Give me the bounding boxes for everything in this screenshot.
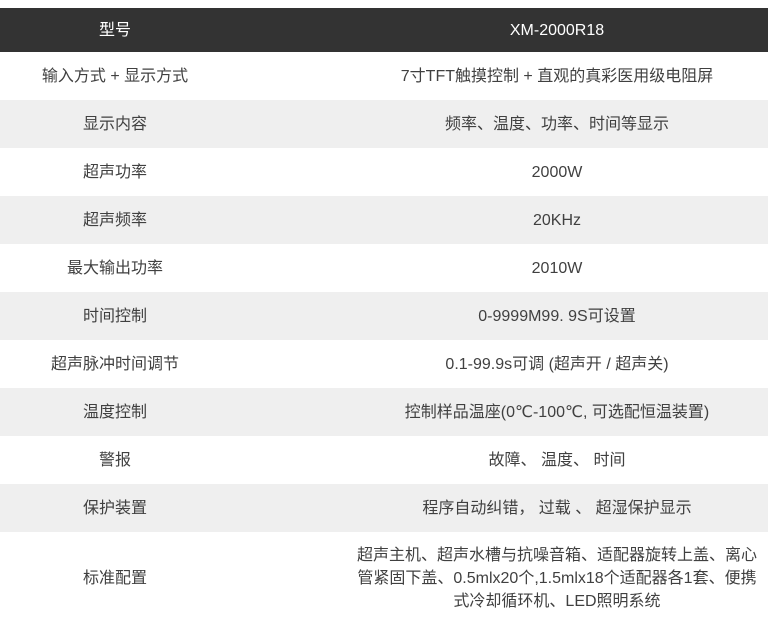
header-value-cell: XM-2000R18 bbox=[351, 19, 763, 42]
table-row: 温度控制 控制样品温座(0℃-100℃, 可选配恒温装置) bbox=[0, 388, 768, 436]
table-row: 超声频率 20KHz bbox=[0, 196, 768, 244]
spec-value: 0.1-99.9s可调 (超声开 / 超声关) bbox=[351, 353, 763, 376]
table-row: 显示内容 频率、温度、功率、时间等显示 bbox=[0, 100, 768, 148]
spec-value: 控制样品温座(0℃-100℃, 可选配恒温装置) bbox=[351, 401, 763, 424]
spec-label: 最大输出功率 bbox=[0, 257, 230, 280]
spec-label: 标准配置 bbox=[0, 567, 230, 590]
spec-value: 超声主机、超声水槽与抗噪音箱、适配器旋转上盖、离心管紧固下盖、0.5mlx20个… bbox=[351, 544, 763, 613]
spec-label: 警报 bbox=[0, 449, 230, 472]
spec-label: 时间控制 bbox=[0, 305, 230, 328]
spec-label: 超声频率 bbox=[0, 209, 230, 232]
table-row: 输入方式 + 显示方式 7寸TFT触摸控制 + 直观的真彩医用级电阻屏 bbox=[0, 52, 768, 100]
table-header-row: 型号 XM-2000R18 bbox=[0, 8, 768, 52]
spec-value: 2000W bbox=[351, 161, 763, 184]
table-row: 最大输出功率 2010W bbox=[0, 244, 768, 292]
spec-value: 故障、 温度、 时间 bbox=[351, 449, 763, 472]
table-row: 警报 故障、 温度、 时间 bbox=[0, 436, 768, 484]
spec-value: 20KHz bbox=[351, 209, 763, 232]
table-row: 时间控制 0-9999M99. 9S可设置 bbox=[0, 292, 768, 340]
spec-label: 显示内容 bbox=[0, 113, 230, 136]
spec-label: 温度控制 bbox=[0, 401, 230, 424]
table-row: 超声脉冲时间调节 0.1-99.9s可调 (超声开 / 超声关) bbox=[0, 340, 768, 388]
spec-label: 超声功率 bbox=[0, 161, 230, 184]
spec-value: 2010W bbox=[351, 257, 763, 280]
spec-label: 超声脉冲时间调节 bbox=[0, 353, 230, 376]
table-row: 保护装置 程序自动纠错， 过载 、 超湿保护显示 bbox=[0, 484, 768, 532]
table-row: 超声功率 2000W bbox=[0, 148, 768, 196]
spec-label: 保护装置 bbox=[0, 497, 230, 520]
spec-value: 0-9999M99. 9S可设置 bbox=[351, 305, 763, 328]
table-row: 标准配置 超声主机、超声水槽与抗噪音箱、适配器旋转上盖、离心管紧固下盖、0.5m… bbox=[0, 532, 768, 625]
spec-value: 7寸TFT触摸控制 + 直观的真彩医用级电阻屏 bbox=[351, 65, 763, 88]
spec-label: 输入方式 + 显示方式 bbox=[0, 65, 230, 88]
spec-value: 频率、温度、功率、时间等显示 bbox=[351, 113, 763, 136]
header-label-cell: 型号 bbox=[0, 19, 230, 42]
product-spec-table: 型号 XM-2000R18 输入方式 + 显示方式 7寸TFT触摸控制 + 直观… bbox=[0, 8, 768, 625]
spec-value: 程序自动纠错， 过载 、 超湿保护显示 bbox=[351, 497, 763, 520]
